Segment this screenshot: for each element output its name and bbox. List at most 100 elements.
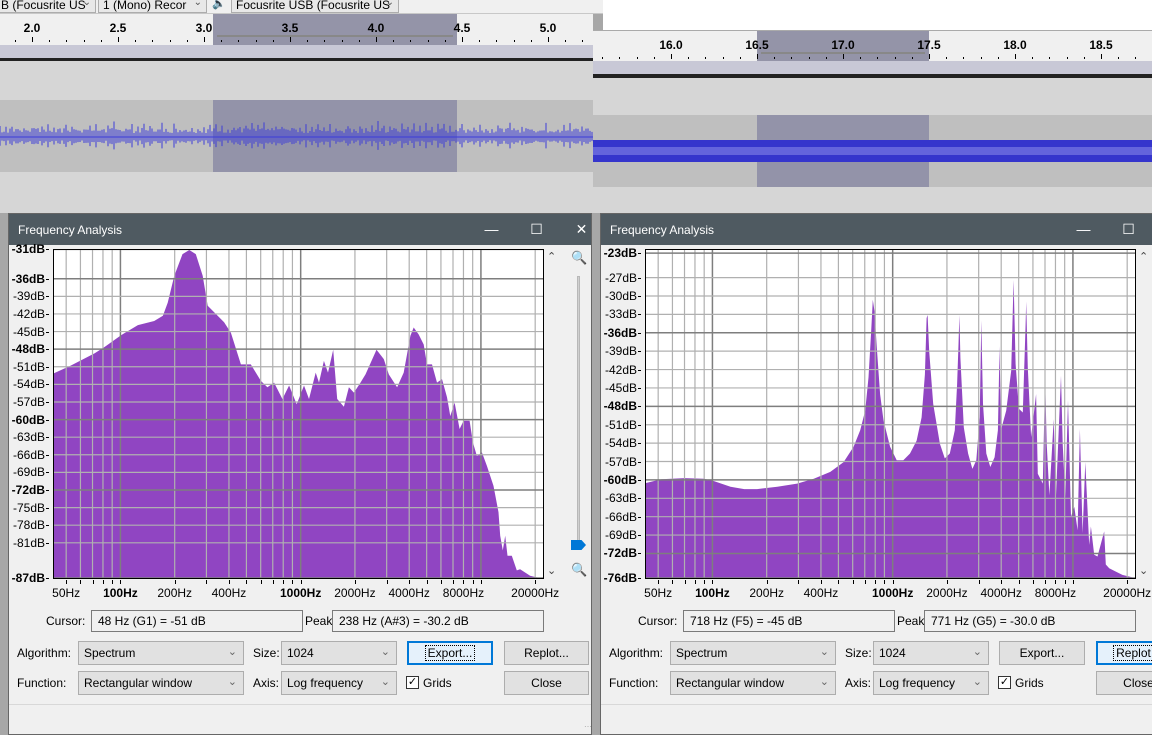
y-tick-mark — [638, 295, 641, 297]
x-tick-mark — [892, 580, 894, 584]
x-tick-mark — [798, 580, 800, 584]
recording-channels-select[interactable]: 1 (Mono) Recor ⌄ — [98, 0, 207, 13]
title-bar[interactable]: Frequency Analysis — ☐ ✕ — [601, 214, 1152, 245]
x-tick-mark — [480, 580, 482, 584]
x-tick-mark — [426, 580, 428, 584]
function-select[interactable]: Rectangular window ⌄ — [670, 671, 836, 695]
ruler-label: 18.5 — [1089, 38, 1113, 52]
ruler-tick — [602, 57, 604, 59]
ruler-tick — [169, 40, 171, 42]
algorithm-select[interactable]: Spectrum ⌄ — [670, 641, 836, 665]
y-tick-mark — [46, 525, 49, 527]
x-tick-mark — [472, 580, 474, 584]
zoom-in-icon[interactable]: 🔍 — [571, 250, 587, 266]
zoom-slider-track[interactable] — [577, 276, 580, 542]
replot-button[interactable]: Replot... — [1096, 641, 1152, 665]
y-tick-label: -42dB — [12, 306, 45, 321]
scroll-down-arrow-icon[interactable]: ⌄ — [547, 564, 556, 577]
ruler-tick — [843, 54, 844, 59]
maximize-button[interactable]: ☐ — [514, 214, 559, 245]
chevron-down-icon: ⌄ — [227, 646, 237, 658]
dialog-title: Frequency Analysis — [610, 223, 715, 237]
x-tick-label: 50Hz — [644, 586, 673, 600]
ruler-tick — [100, 40, 102, 42]
waveform — [593, 140, 1152, 162]
export-label: Export... — [424, 645, 476, 661]
x-tick-mark — [704, 580, 706, 584]
ruler-tick — [757, 54, 758, 59]
zoom-slider-thumb[interactable] — [571, 540, 586, 550]
ruler-tick — [444, 40, 446, 42]
x-tick-mark — [386, 580, 388, 584]
ruler-label: 3.5 — [281, 21, 299, 35]
minimize-button[interactable]: — — [469, 214, 514, 245]
ruler-tick — [963, 57, 965, 59]
spectrum-area — [54, 250, 543, 578]
recording-device-select[interactable]: B (Focusrite US ⌄ — [0, 0, 96, 13]
x-tick-mark — [246, 580, 248, 584]
resize-grip-icon[interactable]: ⋯ — [584, 722, 591, 731]
ruler-tick — [272, 40, 274, 42]
selection-range-arrow[interactable] — [216, 35, 453, 37]
algorithm-select[interactable]: Spectrum ⌄ — [78, 641, 244, 665]
maximize-icon: ☐ — [1122, 221, 1135, 237]
x-tick-label: 20000Hz — [1103, 586, 1152, 600]
ruler-tick — [118, 37, 119, 42]
ruler-label: 5.0 — [539, 21, 557, 35]
replot-button[interactable]: Replot... — [504, 641, 589, 665]
scroll-up-arrow-icon[interactable]: ⌃ — [1139, 250, 1148, 263]
axis-select[interactable]: Log frequency ⌄ — [281, 671, 397, 695]
timeline-scrub-bar[interactable] — [0, 45, 593, 58]
ruler-tick — [548, 37, 549, 42]
timeline-ruler[interactable]: 2.0 2.5 3.0 3.5 4.0 4.5 5.0 — [0, 14, 593, 45]
spectrum-plot[interactable] — [53, 248, 544, 579]
y-tick-label: -54dB — [12, 377, 45, 392]
peak-readout: 771 Hz (G5) = -30.0 dB — [924, 610, 1136, 632]
y-tick-label: -30dB — [604, 288, 637, 303]
y-tick-mark — [638, 314, 641, 316]
ruler-selection[interactable] — [212, 14, 457, 45]
size-select[interactable]: 1024 ⌄ — [873, 641, 989, 665]
ruler-tick — [860, 57, 862, 59]
timeline-ruler[interactable]: 16.0 16.5 17.0 17.5 18.0 18.5 — [593, 30, 1152, 61]
close-button[interactable]: Close — [1096, 671, 1152, 695]
playback-device-value: Focusrite USB (Focusrite US — [236, 0, 391, 12]
export-button[interactable]: Export... — [999, 641, 1085, 665]
grids-checkbox[interactable]: ✓ — [998, 676, 1011, 689]
speaker-icon: 🔈 — [212, 0, 226, 10]
ruler-tick — [997, 57, 999, 59]
close-window-button[interactable]: ✕ — [559, 214, 591, 245]
ruler-tick — [83, 40, 85, 42]
y-tick-mark — [46, 578, 49, 579]
checkmark-icon: ✓ — [407, 676, 418, 688]
zoom-out-icon[interactable]: 🔍 — [571, 562, 587, 578]
ruler-tick — [619, 57, 621, 59]
axis-select[interactable]: Log frequency ⌄ — [873, 671, 989, 695]
maximize-button[interactable]: ☐ — [1106, 214, 1151, 245]
x-tick-mark — [1032, 580, 1034, 584]
x-tick-mark — [946, 580, 948, 584]
title-bar[interactable]: Frequency Analysis — ☐ ✕ — [9, 214, 591, 245]
ruler-label: 4.0 — [367, 21, 385, 35]
export-button[interactable]: Export... — [407, 641, 493, 665]
chevron-down-icon: ⌄ — [227, 676, 237, 688]
spectrum-plot[interactable] — [645, 249, 1136, 579]
close-button[interactable]: Close — [504, 671, 589, 695]
waveform-left — [0, 120, 593, 150]
x-tick-mark — [260, 580, 262, 584]
playback-device-select[interactable]: Focusrite USB (Focusrite US ⌄ — [231, 0, 399, 13]
x-tick-label: 4000Hz — [980, 586, 1022, 600]
x-tick-mark — [1055, 580, 1057, 584]
minimize-button[interactable]: — — [1061, 214, 1106, 245]
chevron-down-icon: ⌄ — [82, 0, 91, 8]
timeline-scrub-bar[interactable] — [593, 61, 1152, 74]
grids-checkbox[interactable]: ✓ — [406, 676, 419, 689]
x-axis: 50Hz 100Hz 200Hz 400Hz 1000Hz 2000Hz 4000Hz 800… — [52, 580, 559, 602]
chevron-down-icon: ⌄ — [819, 646, 829, 658]
function-select[interactable]: Rectangular window ⌄ — [78, 671, 244, 695]
scroll-down-arrow-icon[interactable]: ⌄ — [1139, 564, 1148, 577]
scroll-up-arrow-icon[interactable]: ⌃ — [547, 250, 556, 263]
size-select[interactable]: 1024 ⌄ — [281, 641, 397, 665]
waveform — [0, 120, 593, 150]
y-tick-mark — [46, 313, 49, 315]
